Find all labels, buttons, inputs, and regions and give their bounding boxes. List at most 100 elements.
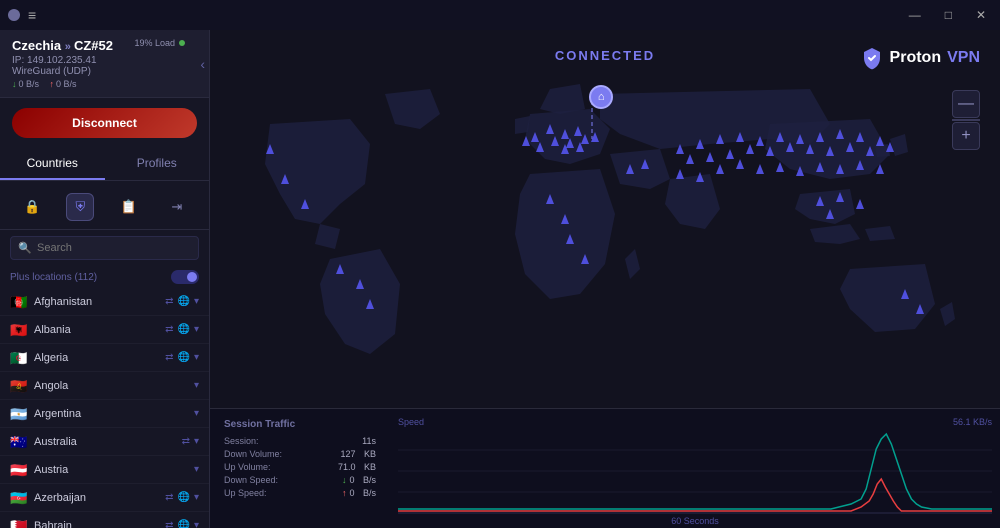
- doc-filter-icon[interactable]: 📋: [115, 193, 143, 221]
- session-stats: Session Traffic Session: 11s Down Volume…: [210, 409, 390, 528]
- country-name-angola: Angola: [34, 380, 188, 392]
- connected-node: ⌂: [589, 85, 613, 109]
- p2p-icon-afghanistan[interactable]: ⇄: [165, 296, 173, 307]
- connection-header: Czechia » CZ#52 19% Load IP: 149.102.235…: [0, 30, 209, 98]
- chart-labels: Speed 56.1 KB/s: [398, 417, 992, 427]
- plus-toggle[interactable]: [171, 270, 199, 284]
- country-name-australia: Australia: [34, 436, 176, 448]
- proton-vpn: VPN: [947, 49, 980, 67]
- country-item-azerbaijan[interactable]: 🇦🇿 Azerbaijan ⇄ 🌐 ▾: [0, 484, 209, 512]
- app-icon: [8, 9, 20, 21]
- expand-icon-angola[interactable]: ▾: [194, 380, 199, 391]
- stat-row-up-volume: Up Volume: 71.0 KB: [224, 462, 376, 472]
- globe-icon-algeria[interactable]: 🌐: [178, 352, 190, 363]
- p2p-icon-bahrain[interactable]: ⇄: [165, 520, 173, 528]
- zoom-in-button[interactable]: +: [952, 122, 980, 150]
- expand-icon-argentina[interactable]: ▾: [194, 408, 199, 419]
- collapse-button[interactable]: ‹: [200, 56, 205, 72]
- time-label: 60 Seconds: [398, 516, 992, 526]
- country-actions-albania: ⇄ 🌐 ▾: [165, 324, 199, 335]
- home-icon: ⌂: [598, 91, 605, 103]
- speed-label: Speed: [398, 417, 424, 427]
- session-value: 11s: [362, 436, 376, 446]
- expand-icon-azerbaijan[interactable]: ▾: [194, 492, 199, 503]
- country-name-austria: Austria: [34, 464, 188, 476]
- country-name-afghanistan: Afghanistan: [34, 296, 159, 308]
- p2p-icon-azerbaijan[interactable]: ⇄: [165, 492, 173, 503]
- menu-icon[interactable]: ≡: [28, 7, 36, 23]
- stats-title: Session Traffic: [224, 419, 376, 430]
- p2p-icon-algeria[interactable]: ⇄: [165, 352, 173, 363]
- lock-filter-icon[interactable]: 🔒: [18, 193, 46, 221]
- locations-label: Plus locations (112): [10, 272, 97, 283]
- expand-icon-bahrain[interactable]: ▾: [194, 520, 199, 528]
- country-item-australia[interactable]: 🇦🇺 Australia ⇄ ▾: [0, 428, 209, 456]
- up-speed: ↑ 0 B/s: [50, 79, 77, 89]
- country-list[interactable]: 🇦🇫 Afghanistan ⇄ 🌐 ▾ 🇦🇱 Albania ⇄ 🌐 ▾: [0, 288, 209, 528]
- maximize-button[interactable]: □: [939, 6, 958, 24]
- up-volume-value: 71.0 KB: [338, 462, 376, 472]
- proton-shield-icon: [860, 46, 884, 70]
- session-label: Session:: [224, 436, 259, 446]
- down-speed-value: ↓ 0 B/s: [342, 475, 376, 485]
- globe-icon-bahrain[interactable]: 🌐: [178, 520, 190, 528]
- flag-algeria: 🇩🇿: [10, 351, 28, 364]
- expand-icon-austria[interactable]: ▾: [194, 464, 199, 475]
- expand-icon-algeria[interactable]: ▾: [194, 352, 199, 363]
- country-item-algeria[interactable]: 🇩🇿 Algeria ⇄ 🌐 ▾: [0, 344, 209, 372]
- globe-icon-albania[interactable]: 🌐: [178, 324, 190, 335]
- down-volume-value: 127 KB: [340, 449, 376, 459]
- p2p-icon-albania[interactable]: ⇄: [165, 324, 173, 335]
- search-icon: 🔍: [18, 242, 32, 255]
- up-volume-label: Up Volume:: [224, 462, 271, 472]
- connection-load: 19% Load: [134, 38, 185, 48]
- expand-icon-australia[interactable]: ▾: [194, 436, 199, 447]
- country-item-argentina[interactable]: 🇦🇷 Argentina ▾: [0, 400, 209, 428]
- country-actions-algeria: ⇄ 🌐 ▾: [165, 352, 199, 363]
- forward-filter-icon[interactable]: ⇥: [163, 193, 191, 221]
- globe-icon-afghanistan[interactable]: 🌐: [178, 296, 190, 307]
- stat-row-down-speed: Down Speed: ↓ 0 B/s: [224, 475, 376, 485]
- proton-name: Proton: [890, 49, 942, 67]
- disconnect-button[interactable]: Disconnect: [12, 108, 197, 138]
- country-name-algeria: Algeria: [34, 352, 159, 364]
- connection-speeds: ↓ 0 B/s ↑ 0 B/s: [12, 79, 197, 89]
- minimize-button[interactable]: —: [903, 6, 927, 24]
- country-actions-argentina: ▾: [194, 408, 199, 419]
- expand-icon-albania[interactable]: ▾: [194, 324, 199, 335]
- traffic-chart: [398, 429, 992, 514]
- expand-icon-afghanistan[interactable]: ▾: [194, 296, 199, 307]
- country-item-albania[interactable]: 🇦🇱 Albania ⇄ 🌐 ▾: [0, 316, 209, 344]
- country-item-afghanistan[interactable]: 🇦🇫 Afghanistan ⇄ 🌐 ▾: [0, 288, 209, 316]
- globe-icon-azerbaijan[interactable]: 🌐: [178, 492, 190, 503]
- country-name-azerbaijan: Azerbaijan: [34, 492, 159, 504]
- stat-row-session: Session: 11s: [224, 436, 376, 446]
- country-name-bahrain: Bahrain: [34, 520, 159, 528]
- chart-container: [398, 429, 992, 514]
- main-content: Czechia » CZ#52 19% Load IP: 149.102.235…: [0, 30, 1000, 528]
- close-button[interactable]: ✕: [970, 6, 992, 24]
- chart-area: Speed 56.1 KB/s: [390, 409, 1000, 528]
- p2p-icon-australia[interactable]: ⇄: [182, 436, 190, 447]
- title-bar: ≡ — □ ✕: [0, 0, 1000, 30]
- stat-row-down-volume: Down Volume: 127 KB: [224, 449, 376, 459]
- flag-afghanistan: 🇦🇫: [10, 295, 28, 308]
- tab-countries[interactable]: Countries: [0, 148, 105, 180]
- tabs: Countries Profiles: [0, 148, 209, 181]
- country-item-austria[interactable]: 🇦🇹 Austria ▾: [0, 456, 209, 484]
- search-input[interactable]: [10, 236, 199, 260]
- country-item-angola[interactable]: 🇦🇴 Angola ▾: [0, 372, 209, 400]
- flag-australia: 🇦🇺: [10, 435, 28, 448]
- right-panel: ProtonVPN — + CONNECTED ⌂: [210, 30, 1000, 528]
- country-name-albania: Albania: [34, 324, 159, 336]
- tab-profiles[interactable]: Profiles: [105, 148, 210, 180]
- load-dot: [179, 40, 185, 46]
- country-item-bahrain[interactable]: 🇧🇭 Bahrain ⇄ 🌐 ▾: [0, 512, 209, 528]
- country-actions-austria: ▾: [194, 464, 199, 475]
- flag-austria: 🇦🇹: [10, 463, 28, 476]
- shield-filter-icon[interactable]: ⛨: [66, 193, 94, 221]
- stats-panel: Session Traffic Session: 11s Down Volume…: [210, 408, 1000, 528]
- stat-row-up-speed: Up Speed: ↑ 0 B/s: [224, 488, 376, 498]
- proton-logo: Proton VPN: [860, 46, 980, 70]
- zoom-out-button[interactable]: —: [952, 90, 980, 118]
